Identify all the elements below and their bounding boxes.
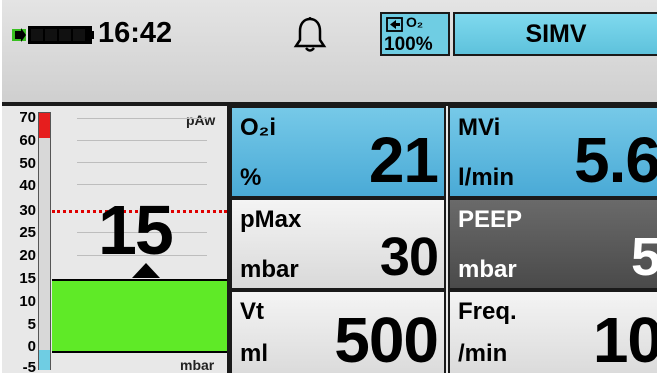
gauge-label-bottom: mbar xyxy=(180,357,215,373)
tile-name: pMax xyxy=(240,206,302,233)
tick-label: 70 xyxy=(19,109,36,126)
tile-value: 30 xyxy=(379,227,439,287)
tile-unit: l/min xyxy=(458,164,515,191)
pressure-value: 15 xyxy=(98,191,174,269)
scale-bar-blue xyxy=(39,350,50,370)
tick-label: 30 xyxy=(19,202,36,219)
o2-indicator[interactable]: O₂ 100% xyxy=(380,12,450,56)
tick-label: 60 xyxy=(19,132,36,149)
o2-value: 100% xyxy=(384,34,433,55)
tile-name: PEEP xyxy=(458,206,523,233)
tile-unit: /min xyxy=(458,340,508,367)
tick-label: 10 xyxy=(19,293,36,310)
tick-label: 50 xyxy=(19,155,36,172)
tile-pmax[interactable]: pMax mbar 30 xyxy=(230,198,446,290)
tile-value: 500 xyxy=(334,304,439,373)
tile-vt[interactable]: Vt ml 500 xyxy=(230,290,446,373)
pressure-fill xyxy=(52,279,227,353)
tile-unit: % xyxy=(240,164,262,191)
tile-unit: ml xyxy=(240,340,269,367)
tile-unit: mbar xyxy=(240,256,299,283)
tick-label: 0 xyxy=(27,338,36,355)
mode-button[interactable]: SIMV xyxy=(453,12,657,56)
tile-name: O₂i xyxy=(240,114,276,141)
pressure-pointer xyxy=(132,263,160,278)
tile-peep[interactable]: PEEP mbar 5 xyxy=(448,198,657,290)
clock: 16:42 xyxy=(98,17,173,49)
tile-unit: mbar xyxy=(458,256,517,283)
tile-name: Freq. xyxy=(458,298,517,325)
tile-o2i[interactable]: O₂i % 21 xyxy=(230,106,446,198)
tile-value: 21 xyxy=(368,124,439,196)
tile-freq[interactable]: Freq. /min 10 xyxy=(448,290,657,373)
gridline xyxy=(77,162,207,163)
tile-value: 10 xyxy=(592,304,657,373)
status-header: 16:42 O₂ 100% SIMV xyxy=(2,0,657,103)
gridline xyxy=(77,118,207,119)
battery-icon xyxy=(12,26,94,44)
tick-label: -5 xyxy=(22,359,36,373)
gridline xyxy=(77,140,207,141)
plug-icon xyxy=(386,17,403,32)
tick-label: 40 xyxy=(19,177,36,194)
tile-name: Vt xyxy=(240,298,264,325)
o2-label: O₂ xyxy=(406,14,424,30)
scale-bar-red xyxy=(39,113,50,138)
scale-bar xyxy=(38,112,51,370)
ventilator-screen: 16:42 O₂ 100% SIMV pAw mbar 70 60 50 40 … xyxy=(2,0,657,373)
tick-label: 20 xyxy=(19,247,36,264)
bell-icon[interactable] xyxy=(293,16,327,54)
gridline xyxy=(77,184,207,185)
tile-value: 5.6 xyxy=(574,124,657,196)
tick-label: 25 xyxy=(19,224,36,241)
tile-name: MVi xyxy=(458,114,501,141)
tick-label: 15 xyxy=(19,270,36,287)
tile-mvi[interactable]: MVi l/min 5.6 xyxy=(448,106,657,198)
gauge-label-top: pAw xyxy=(186,112,216,128)
tick-label: 5 xyxy=(27,316,36,333)
pressure-gauge[interactable]: pAw mbar 70 60 50 40 30 25 20 15 10 5 0 … xyxy=(2,106,227,373)
tile-value: 5 xyxy=(631,230,657,284)
